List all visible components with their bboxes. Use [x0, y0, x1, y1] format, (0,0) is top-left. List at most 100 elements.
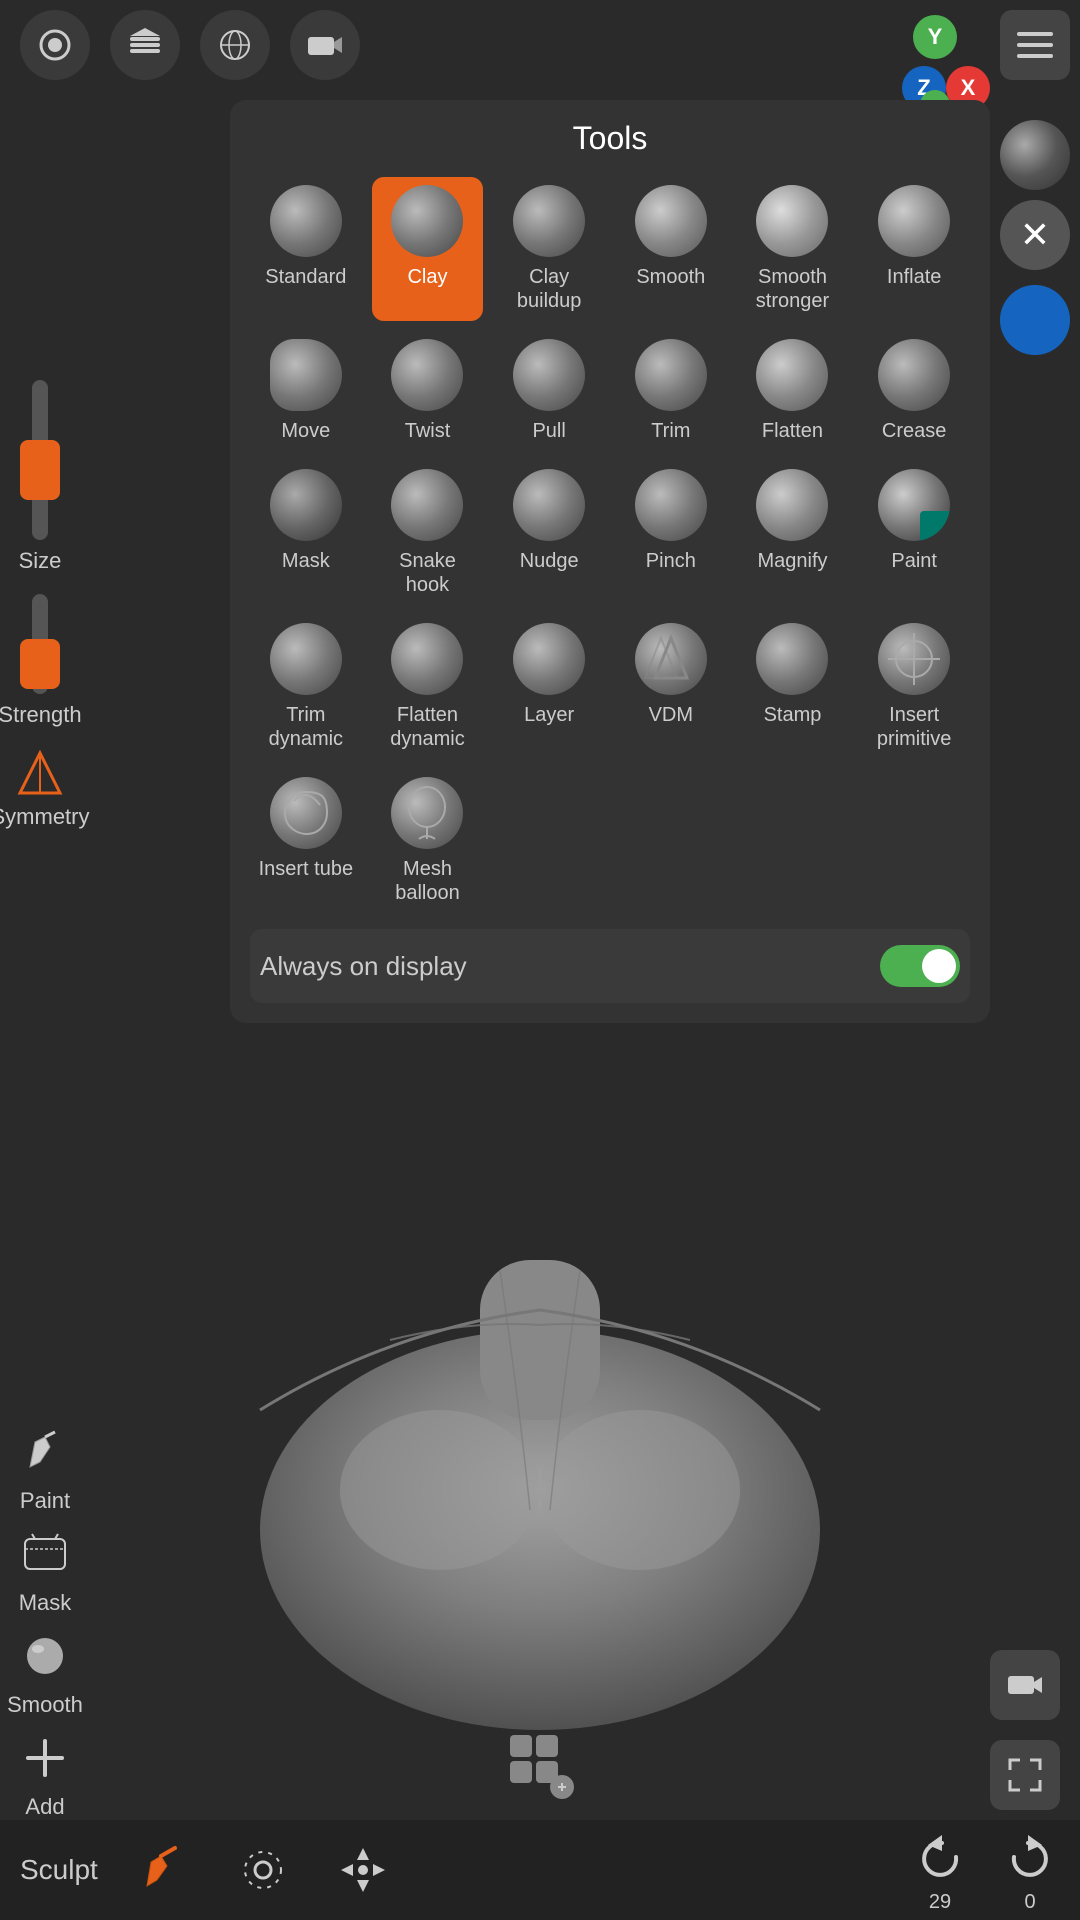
undo-icon	[910, 1827, 970, 1887]
close-button[interactable]: ✕	[1000, 200, 1070, 270]
tool-mask[interactable]: Mask	[250, 461, 362, 605]
material-button[interactable]	[200, 10, 270, 80]
redo-button[interactable]: 0	[1000, 1827, 1060, 1914]
tool-crease[interactable]: Crease	[858, 331, 970, 451]
tool-label-vdm: VDM	[649, 703, 693, 727]
tool-sphere-flatten-dynamic	[391, 623, 463, 695]
tool-sphere-nudge	[513, 469, 585, 541]
tool-trim-dynamic[interactable]: Trim dynamic	[250, 615, 362, 759]
tool-label-mask: Mask	[282, 549, 330, 573]
tool-move[interactable]: Move	[250, 331, 362, 451]
model-area[interactable]	[0, 850, 1080, 1820]
mask-icon	[15, 1524, 75, 1584]
menu-line	[1017, 54, 1053, 58]
symmetry-label: Symmetry	[0, 804, 90, 830]
tool-sphere-clay	[391, 185, 463, 257]
camera-button[interactable]	[290, 10, 360, 80]
tool-sphere-insert-primitive	[878, 623, 950, 695]
paint-icon	[15, 1422, 75, 1482]
tool-label-nudge: Nudge	[520, 549, 579, 573]
add-tool[interactable]: Add	[15, 1728, 75, 1820]
tool-flatten[interactable]: Flatten	[737, 331, 849, 451]
tool-smooth[interactable]: Smooth	[615, 177, 727, 321]
tool-label-inflate: Inflate	[887, 265, 941, 289]
tool-clay-buildup[interactable]: Clay buildup	[493, 177, 605, 321]
undo-button[interactable]: 29	[910, 1827, 970, 1914]
redo-count: 0	[1024, 1891, 1035, 1914]
tool-sphere-mesh-balloon	[391, 777, 463, 849]
tool-label-paint: Paint	[891, 549, 937, 573]
tool-smooth-stronger[interactable]: Smooth stronger	[737, 177, 849, 321]
tool-sphere-magnify	[756, 469, 828, 541]
bottom-toolbar: Sculpt 29	[0, 1820, 1080, 1920]
tool-magnify[interactable]: Magnify	[737, 461, 849, 605]
tool-sphere-flatten	[756, 339, 828, 411]
tool-insert-primitive[interactable]: Insert primitive	[858, 615, 970, 759]
tool-vdm[interactable]: VDM	[615, 615, 727, 759]
size-slider-thumb[interactable]	[20, 440, 60, 500]
tool-flatten-dynamic[interactable]: Flatten dynamic	[372, 615, 484, 759]
tool-trim[interactable]: Trim	[615, 331, 727, 451]
tool-label-clay: Clay	[407, 265, 447, 289]
strength-slider-thumb[interactable]	[20, 639, 60, 689]
tool-stamp[interactable]: Stamp	[737, 615, 849, 759]
size-label: Size	[19, 548, 62, 574]
tool-label-smooth-stronger: Smooth stronger	[741, 265, 845, 313]
tool-pull[interactable]: Pull	[493, 331, 605, 451]
brush-tool-button[interactable]	[128, 1835, 198, 1905]
tool-sphere-trim	[635, 339, 707, 411]
tool-label-flatten-dynamic: Flatten dynamic	[376, 703, 480, 751]
layers-button[interactable]	[110, 10, 180, 80]
tool-sphere-smooth-stronger	[756, 185, 828, 257]
size-slider-track[interactable]	[32, 380, 48, 540]
tool-sphere-pull	[513, 339, 585, 411]
tool-label-stamp: Stamp	[764, 703, 822, 727]
tool-sphere-standard	[270, 185, 342, 257]
menu-line	[1017, 32, 1053, 36]
tool-sphere-stamp	[756, 623, 828, 695]
paint-tool[interactable]: Paint	[15, 1422, 75, 1514]
undo-count: 29	[929, 1891, 951, 1914]
tool-label-move: Move	[281, 419, 330, 443]
tool-sphere-layer	[513, 623, 585, 695]
tool-standard[interactable]: Standard	[250, 177, 362, 321]
tool-inflate[interactable]: Inflate	[858, 177, 970, 321]
tool-label-insert-primitive: Insert primitive	[862, 703, 966, 751]
bottom-center-icon[interactable]	[500, 1725, 580, 1810]
paint-label: Paint	[20, 1488, 70, 1514]
tool-pinch[interactable]: Pinch	[615, 461, 727, 605]
axis-y: Y	[913, 15, 957, 59]
sculpt-label: Sculpt	[20, 1854, 98, 1886]
tool-clay[interactable]: Clay	[372, 177, 484, 321]
tool-label-snake-hook: Snake hook	[376, 549, 480, 597]
tool-layer[interactable]: Layer	[493, 615, 605, 759]
smooth-label: Smooth	[7, 1692, 83, 1718]
tool-twist[interactable]: Twist	[372, 331, 484, 451]
tool-sphere-twist	[391, 339, 463, 411]
tool-nudge[interactable]: Nudge	[493, 461, 605, 605]
record-button[interactable]	[20, 10, 90, 80]
strength-slider-track[interactable]	[32, 594, 48, 694]
add-label: Add	[25, 1794, 64, 1820]
fullscreen-button[interactable]	[990, 1740, 1060, 1810]
settings-button[interactable]	[228, 1835, 298, 1905]
tool-label-clay-buildup: Clay buildup	[497, 265, 601, 313]
menu-button[interactable]	[1000, 10, 1070, 80]
tool-paint[interactable]: Paint	[858, 461, 970, 605]
grid-icon	[500, 1725, 580, 1805]
tool-label-crease: Crease	[882, 419, 946, 443]
tool-snake-hook[interactable]: Snake hook	[372, 461, 484, 605]
mask-label: Mask	[19, 1590, 72, 1616]
tool-sphere-snake-hook	[391, 469, 463, 541]
symmetry-button[interactable]: Symmetry	[0, 748, 90, 830]
mask-tool[interactable]: Mask	[15, 1524, 75, 1616]
tool-label-magnify: Magnify	[757, 549, 827, 573]
smooth-icon	[15, 1626, 75, 1686]
redo-icon	[1000, 1827, 1060, 1887]
tool-label-trim-dynamic: Trim dynamic	[254, 703, 358, 751]
smooth-bottom-tool[interactable]: Smooth	[7, 1626, 83, 1718]
tool-sphere-insert-tube	[270, 777, 342, 849]
tool-label-trim: Trim	[651, 419, 690, 443]
camera-float-button[interactable]	[990, 1650, 1060, 1720]
move-tool-button[interactable]	[328, 1835, 398, 1905]
